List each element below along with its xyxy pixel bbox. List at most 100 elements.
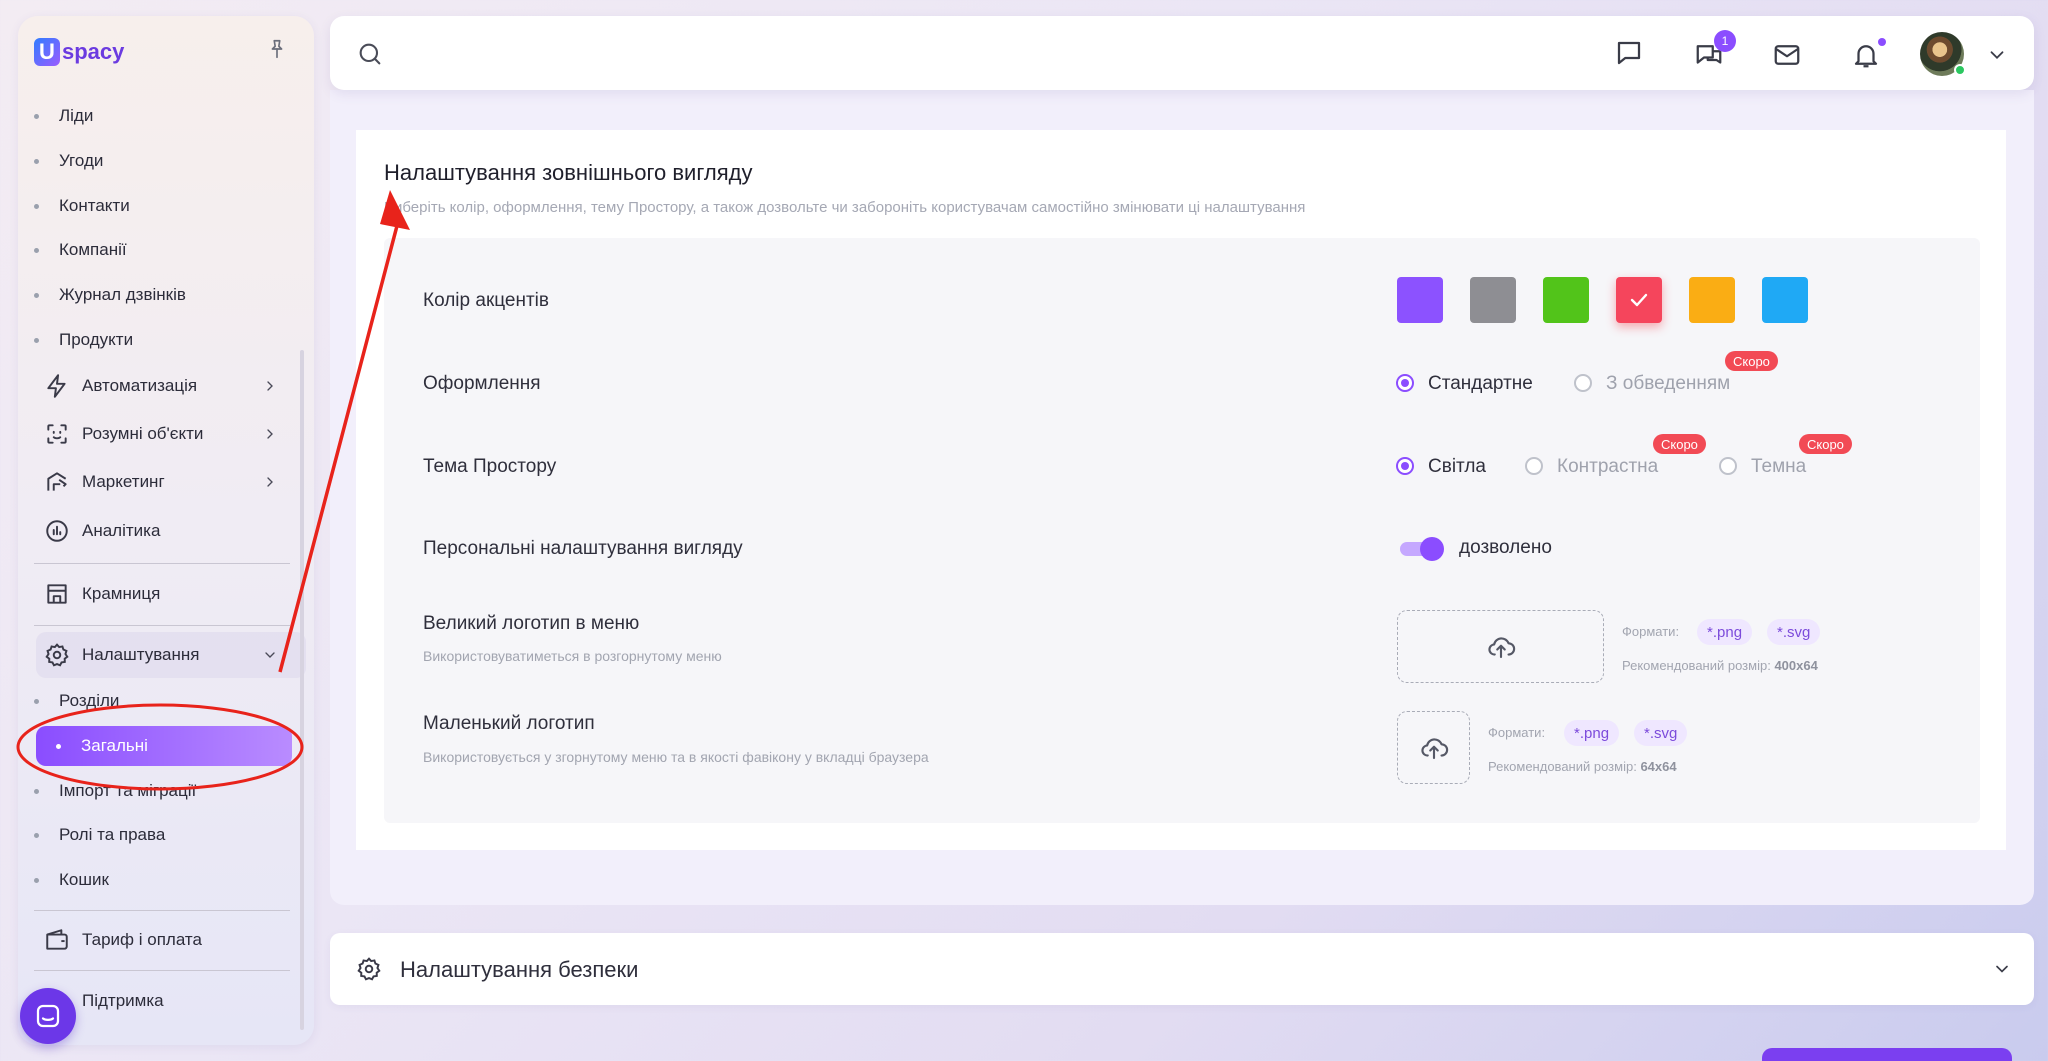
personal-settings-label: Персональні налаштування вигляду xyxy=(423,538,743,559)
coming-soon-badge: Скоро xyxy=(1653,434,1706,454)
logo-mark: U xyxy=(34,38,60,66)
sidebar-item-automation[interactable]: Автоматизація xyxy=(44,366,278,406)
bullet-dot xyxy=(34,337,39,343)
accent-color-swatch[interactable] xyxy=(1616,277,1662,323)
message-icon[interactable] xyxy=(1614,38,1644,68)
bullet-dot xyxy=(34,292,39,298)
sidebar-item-label: Розділи xyxy=(59,691,120,710)
sidebar-item-leads[interactable]: Ліди xyxy=(34,106,93,126)
upload-cloud-icon xyxy=(1420,737,1448,759)
sidebar-item-tariff[interactable]: Тариф і оплата xyxy=(44,920,278,960)
accent-color-swatch[interactable] xyxy=(1689,277,1735,323)
sidebar-item-label: Продукти xyxy=(59,330,134,349)
accent-color-label: Колір акцентів xyxy=(423,290,549,311)
rec-size-value: 400x64 xyxy=(1774,658,1818,673)
theme-light-radio[interactable] xyxy=(1396,457,1414,475)
settings-panel xyxy=(384,238,1980,823)
sidebar-item-marketing[interactable]: Маркетинг xyxy=(44,462,278,502)
sidebar-item-label: Загальні xyxy=(81,736,148,755)
design-outline-label[interactable]: З обведенням xyxy=(1606,373,1730,395)
chevron-down-icon xyxy=(265,652,275,658)
lightning-icon xyxy=(47,374,66,398)
sidebar-item-label: Тариф і оплата xyxy=(82,930,202,949)
sidebar-item-roles[interactable]: Ролі та права xyxy=(34,825,165,845)
sidebar-item-label: Кошик xyxy=(59,870,109,889)
bullet-dot xyxy=(34,877,39,883)
chevron-down-icon[interactable] xyxy=(1992,959,2012,979)
rec-size-label: Рекомендований розмір: xyxy=(1622,658,1771,673)
sidebar-divider xyxy=(34,625,290,626)
bullet-dot xyxy=(34,832,39,838)
sidebar-item-sections[interactable]: Розділи xyxy=(34,691,119,711)
personal-settings-value: дозволено xyxy=(1459,537,1552,558)
sidebar-item-products[interactable]: Продукти xyxy=(34,330,133,350)
support-chat-button[interactable] xyxy=(20,988,76,1044)
sidebar-item-label: Угоди xyxy=(59,151,104,170)
sidebar-item-import[interactable]: Імпорт та міграції xyxy=(34,781,196,801)
pin-icon[interactable] xyxy=(266,38,288,60)
bullet-dot xyxy=(34,158,39,164)
small-logo-hint: Використовується у згорнутому меню та в … xyxy=(423,749,929,765)
bullet-dot xyxy=(34,247,39,253)
mail-icon[interactable] xyxy=(1772,40,1802,70)
theme-contrast-radio[interactable] xyxy=(1525,457,1543,475)
sidebar-item-label: Імпорт та міграції xyxy=(59,781,197,800)
bullet-dot xyxy=(34,788,39,794)
sidebar-item-contacts[interactable]: Контакти xyxy=(34,196,130,216)
theme-dark-label[interactable]: Темна xyxy=(1751,456,1806,478)
rec-size-label: Рекомендований розмір: xyxy=(1488,759,1637,774)
design-standard-radio[interactable] xyxy=(1396,374,1414,392)
sidebar-item-smart-objects[interactable]: Розумні об'єкти xyxy=(44,414,278,454)
design-label: Оформлення xyxy=(423,373,541,394)
theme-contrast-label[interactable]: Контрастна xyxy=(1557,456,1658,478)
chevron-right-icon xyxy=(267,429,273,439)
sidebar-item-store[interactable]: Крамниця xyxy=(44,574,278,614)
accent-color-swatch[interactable] xyxy=(1397,277,1443,323)
sidebar-scrollbar[interactable] xyxy=(300,350,304,1030)
sidebar-item-settings[interactable]: Налаштування xyxy=(44,635,278,675)
bullet-dot xyxy=(34,203,39,209)
page-subtitle: Виберіть колір, оформлення, тему Простор… xyxy=(384,199,1306,216)
big-logo-size: Рекомендований розмір: 400x64 xyxy=(1622,658,1818,673)
sidebar-item-companies[interactable]: Компанії xyxy=(34,240,127,260)
sidebar-item-label: Журнал дзвінків xyxy=(59,285,186,304)
chevron-right-icon xyxy=(267,477,273,487)
store-icon xyxy=(47,584,67,604)
sidebar-divider xyxy=(34,970,290,971)
chevron-down-icon[interactable] xyxy=(1986,44,2008,66)
theme-label: Тема Простору xyxy=(423,456,557,477)
check-icon xyxy=(1630,293,1648,307)
accent-color-swatch[interactable] xyxy=(1543,277,1589,323)
online-status-dot xyxy=(1954,64,1966,76)
theme-light-label[interactable]: Світла xyxy=(1428,456,1486,478)
accent-color-swatch[interactable] xyxy=(1470,277,1516,323)
sidebar-item-trash[interactable]: Кошик xyxy=(34,870,109,890)
small-logo-upload[interactable] xyxy=(1397,711,1470,784)
accent-color-swatch[interactable] xyxy=(1762,277,1808,323)
personal-settings-toggle[interactable] xyxy=(1400,537,1444,561)
app-logo[interactable]: U spacy xyxy=(34,38,124,66)
bell-icon[interactable] xyxy=(1851,40,1881,70)
big-logo-upload[interactable] xyxy=(1397,610,1604,683)
sidebar-item-label: Компанії xyxy=(59,240,127,259)
big-logo-label: Великий логотип в меню xyxy=(423,613,640,634)
design-outline-radio[interactable] xyxy=(1574,374,1592,392)
coming-soon-badge: Скоро xyxy=(1799,434,1852,454)
format-chip-svg: *.svg xyxy=(1634,720,1688,746)
design-standard-label[interactable]: Стандартне xyxy=(1428,373,1533,395)
sidebar-item-call-log[interactable]: Журнал дзвінків xyxy=(34,285,186,305)
sidebar-item-label: Ліди xyxy=(59,106,94,125)
formats-label: Формати: xyxy=(1488,725,1546,740)
sidebar-item-deals[interactable]: Угоди xyxy=(34,151,103,171)
sidebar-item-support[interactable]: Підтримка xyxy=(44,981,278,1021)
sidebar-item-analytics[interactable]: Аналітика xyxy=(44,511,278,551)
rec-size-value: 64x64 xyxy=(1640,759,1677,774)
search-icon[interactable] xyxy=(356,40,384,68)
bottom-action-button[interactable] xyxy=(1762,1048,2012,1061)
security-section[interactable]: Налаштування безпеки xyxy=(330,933,2034,1005)
wallet-icon xyxy=(46,929,68,950)
theme-dark-radio[interactable] xyxy=(1719,457,1737,475)
big-logo-hint: Використовуватиметься в розгорнутому мен… xyxy=(423,648,722,664)
formats-label: Формати: xyxy=(1622,624,1680,639)
sidebar-item-general[interactable]: Загальні xyxy=(36,726,292,766)
